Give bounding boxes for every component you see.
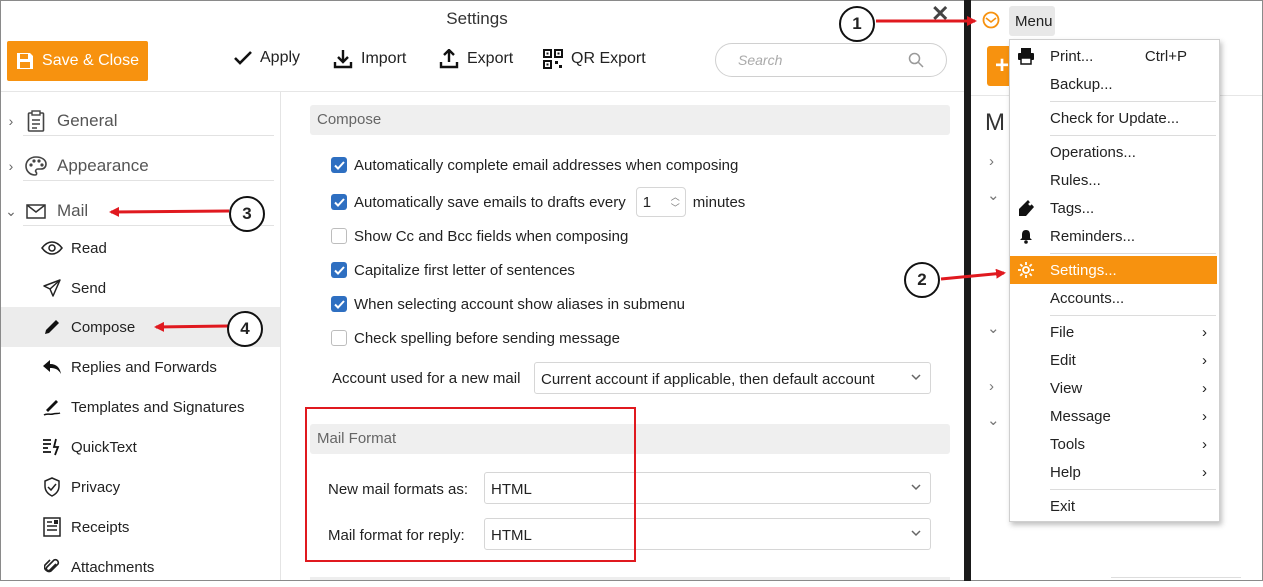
arrow-3 (109, 206, 230, 217)
arrow-2 (940, 268, 1006, 281)
annotation-badge-4: 4 (227, 311, 263, 347)
annotation-badge-2: 2 (904, 262, 940, 298)
arrow-4 (154, 321, 229, 332)
annotation-badge-3: 3 (229, 196, 265, 232)
annotation-badge-1: 1 (839, 6, 875, 42)
annotation-arrows (109, 16, 1006, 332)
